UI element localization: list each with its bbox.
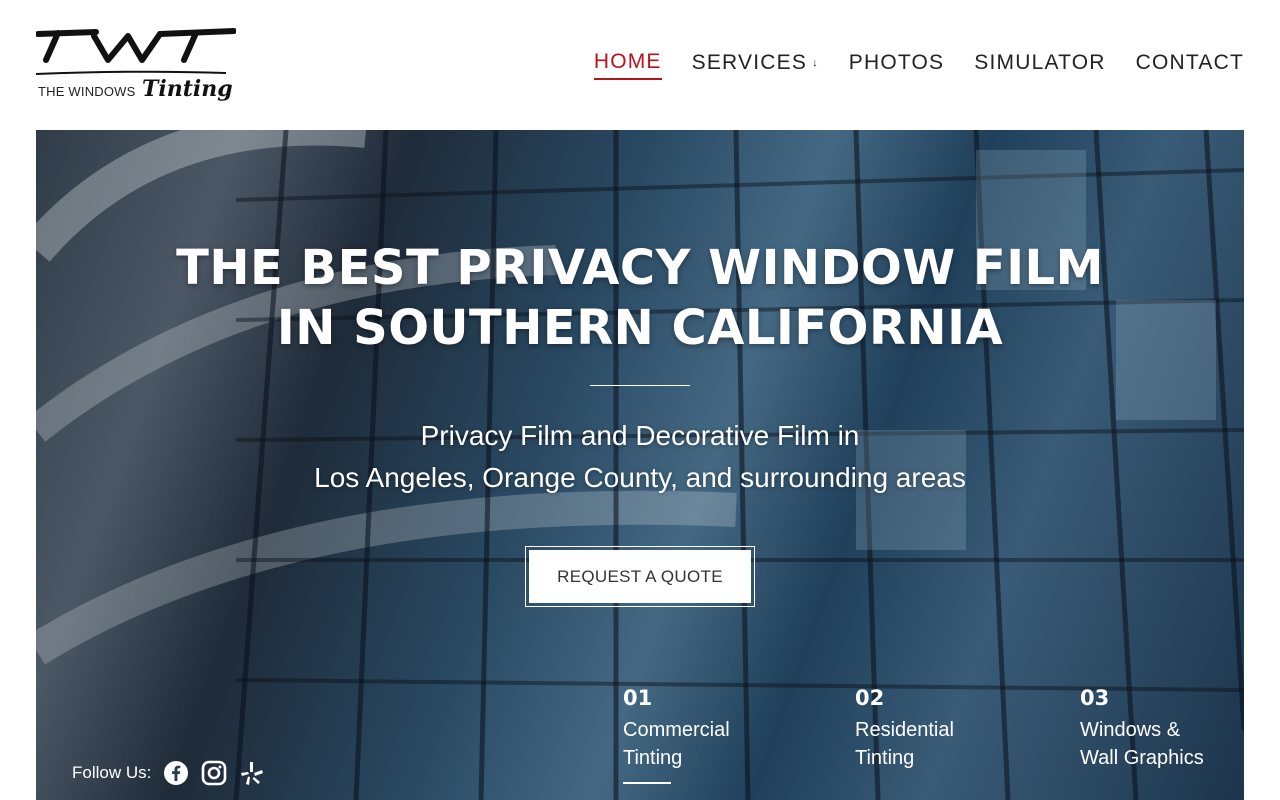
nav-home-label: HOME	[593, 50, 662, 73]
service-residential[interactable]: 02 Residential Tinting	[855, 686, 954, 772]
facebook-icon[interactable]	[163, 760, 189, 786]
hero-title-line1: THE BEST PRIVACY WINDOW FILM	[176, 240, 1104, 296]
service-title-line1: Windows &	[1080, 719, 1181, 741]
hero-section: THE BEST PRIVACY WINDOW FILM IN SOUTHERN…	[36, 130, 1244, 800]
service-commercial[interactable]: 01 Commercial Tinting	[623, 686, 730, 784]
nav-home[interactable]: HOME	[593, 50, 662, 80]
service-title-line2: Wall Graphics	[1080, 747, 1204, 769]
follow-us: Follow Us:	[72, 760, 277, 786]
logo-mark-icon	[36, 28, 236, 75]
service-number: 02	[855, 686, 885, 710]
site-header: THE WINDOWS Tinting HOME SERVICES ↓ PHOTO…	[0, 0, 1280, 130]
hero-title: THE BEST PRIVACY WINDOW FILM IN SOUTHERN…	[36, 238, 1244, 358]
nav-photos[interactable]: PHOTOS	[849, 51, 945, 79]
service-title: Residential Tinting	[855, 716, 954, 772]
yelp-icon[interactable]	[239, 760, 265, 786]
request-quote-button[interactable]: REQUEST A QUOTE	[525, 546, 755, 607]
logo-script-text: Tinting	[142, 76, 233, 102]
nav-simulator[interactable]: SIMULATOR	[974, 51, 1105, 79]
service-title-line2: Tinting	[623, 747, 683, 769]
hero-subtitle-line2: Los Angeles, Orange County, and surround…	[314, 462, 966, 493]
chevron-down-icon: ↓	[812, 57, 819, 69]
hero-title-line2: IN SOUTHERN CALIFORNIA	[276, 300, 1004, 356]
hero-subtitle: Privacy Film and Decorative Film in Los …	[36, 415, 1244, 499]
service-title: Commercial Tinting	[623, 716, 730, 772]
site-logo[interactable]: THE WINDOWS Tinting	[36, 26, 236, 114]
service-title-line1: Residential	[855, 719, 954, 741]
follow-us-label: Follow Us:	[72, 763, 152, 782]
service-graphics[interactable]: 03 Windows & Wall Graphics	[1080, 686, 1204, 772]
instagram-icon[interactable]	[201, 760, 227, 786]
request-quote-label: REQUEST A QUOTE	[529, 550, 751, 603]
service-number: 03	[1080, 686, 1110, 710]
service-title-line1: Commercial	[623, 719, 730, 741]
nav-contact[interactable]: CONTACT	[1136, 51, 1244, 79]
service-active-indicator	[623, 782, 671, 784]
nav-contact-label: CONTACT	[1135, 51, 1244, 74]
logo-subtext: THE WINDOWS	[38, 84, 136, 99]
nav-services-label: SERVICES	[691, 51, 808, 74]
hero-subtitle-line1: Privacy Film and Decorative Film in	[420, 420, 860, 451]
nav-services[interactable]: SERVICES ↓	[692, 51, 819, 79]
service-title-line2: Tinting	[855, 747, 915, 769]
nav-simulator-label: SIMULATOR	[974, 51, 1106, 74]
service-title: Windows & Wall Graphics	[1080, 716, 1204, 772]
service-number: 01	[623, 686, 653, 710]
hero-divider	[590, 385, 690, 386]
main-nav: HOME SERVICES ↓ PHOTOS SIMULATOR CONTACT	[564, 50, 1244, 80]
nav-photos-label: PHOTOS	[848, 51, 945, 74]
